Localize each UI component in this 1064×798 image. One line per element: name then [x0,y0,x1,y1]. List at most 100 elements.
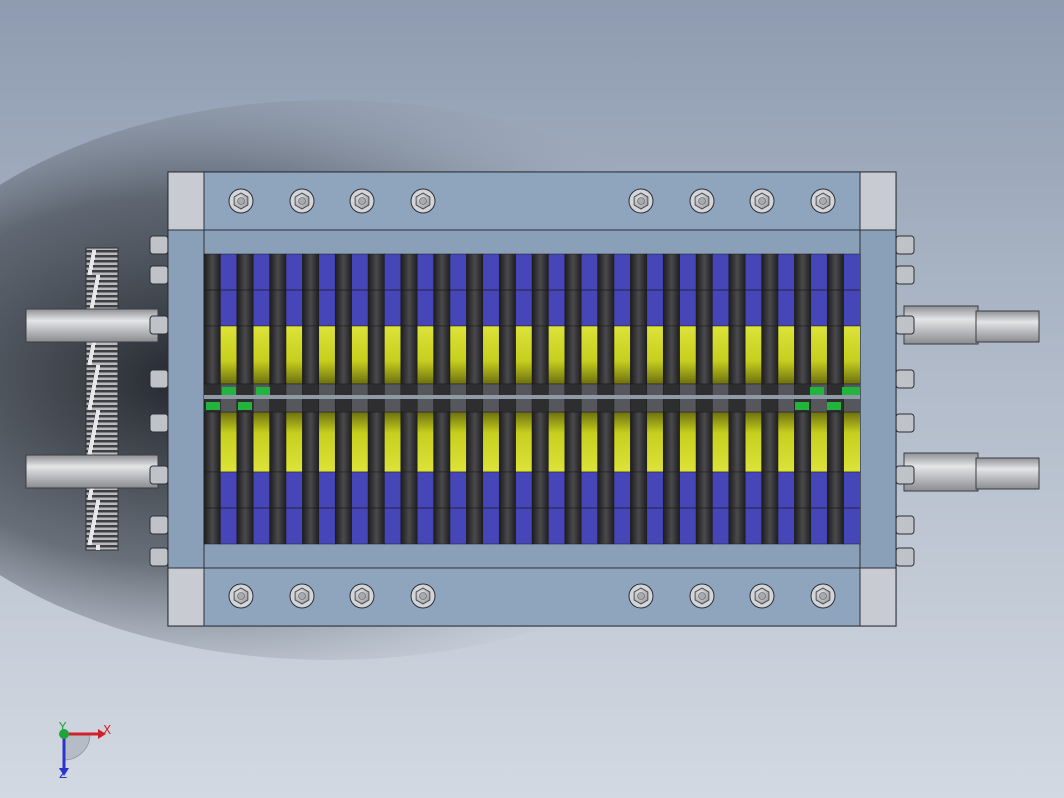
gear-tooth-highlight [92,520,96,525]
gear-tooth-highlight [91,435,95,440]
gear-tooth-highlight [95,370,99,375]
dark-blade [302,325,320,385]
green-key [256,387,270,395]
gear-tooth [86,435,118,438]
dark-blade [826,411,845,473]
yellow-spacer-top [252,325,271,385]
dark-blade [400,411,418,473]
side-nut [149,547,169,567]
gear-tooth [86,285,118,288]
gear-tooth [86,250,118,253]
side-wall-left [167,229,205,569]
dark-blade [203,325,221,385]
gear-tooth-highlight [94,375,98,380]
dark-blade [203,411,221,473]
gear-tooth-highlight [95,415,99,420]
gear-tooth-highlight [88,270,92,275]
dark-blade [826,325,845,385]
gear-tooth-highlight [89,400,93,405]
gear-tooth [86,515,118,518]
bolt-center [758,197,766,205]
side-nut [895,235,915,255]
dark-blade [269,325,287,385]
dark-blade [433,411,451,473]
dark-blade [531,325,549,385]
dark-blade [695,411,713,473]
yellow-spacer-bottom [482,411,500,473]
gear-tooth-highlight [92,250,96,255]
gear-tooth [86,275,118,278]
dark-blade [433,325,451,385]
gear-tooth-highlight [90,350,94,355]
yellow-spacer-bottom [843,411,861,473]
gear-tooth [86,390,118,393]
gear-tooth-highlight [96,410,100,415]
gear-tooth-highlight [94,285,98,290]
yellow-spacer-bottom [515,411,533,473]
bolt-center [819,592,827,600]
yellow-spacer-bottom [810,411,828,473]
bolt-center [419,592,427,600]
dark-blade [367,411,385,473]
yellow-spacer-bottom [416,411,435,473]
right-shaft-upper [903,305,1040,345]
green-key [206,402,220,410]
yellow-spacer-bottom [679,411,697,473]
side-nut [149,235,169,255]
side-nut [895,265,915,285]
dark-blade [728,325,746,385]
yellow-spacer-bottom [318,411,336,473]
drive-gear [85,247,119,551]
gear-tooth [86,420,118,423]
yellow-spacer-top [744,325,763,385]
cad-viewport[interactable]: X Y Z [0,0,1064,798]
gear-tooth [86,525,118,528]
bolt-center [758,592,766,600]
gear-tooth-highlight [88,405,92,410]
side-nut [895,315,915,335]
gear-tooth-highlight [90,530,94,535]
yellow-spacer-top [843,325,861,385]
yellow-spacer-bottom [384,411,402,473]
gear-tooth [86,300,118,303]
yellow-spacer-top [515,325,533,385]
gear-tooth [86,505,118,508]
yellow-spacer-top [351,325,369,385]
yellow-spacer-top [318,325,336,385]
gear-tooth-highlight [88,540,92,545]
bolt-center [298,197,306,205]
bolt-center [358,592,366,600]
side-nut [895,515,915,535]
yellow-spacer-bottom [646,411,664,473]
dark-blade [597,411,615,473]
yellow-spacer-top [220,325,238,385]
dark-blade [236,325,254,385]
side-nut [895,369,915,389]
triad-z-label: Z [59,767,67,781]
dark-blade [531,411,549,473]
corner-block-bottom-right [859,567,897,627]
gear-tooth-highlight [92,295,96,300]
shredder-model[interactable] [25,171,1040,627]
dark-blade [498,325,517,385]
gear-tooth [86,425,118,428]
gear-tooth-highlight [91,255,95,260]
dark-blade [630,325,648,385]
corner-block-top-right [859,171,897,231]
dark-blade [466,325,484,385]
dark-blade [466,411,484,473]
yellow-spacer-top [548,325,566,385]
dark-blade [794,411,812,473]
yellow-spacer-top [810,325,828,385]
gear-tooth [86,380,118,383]
gear-tooth [86,415,118,418]
gear-tooth [86,500,118,503]
gear-tooth [86,365,118,368]
bolt-center [419,197,427,205]
side-nut [149,315,169,335]
dark-blade [597,325,615,385]
left-shaft-lower [25,454,159,489]
yellow-spacer-bottom [548,411,566,473]
yellow-spacer-bottom [449,411,467,473]
dark-blade [728,411,746,473]
